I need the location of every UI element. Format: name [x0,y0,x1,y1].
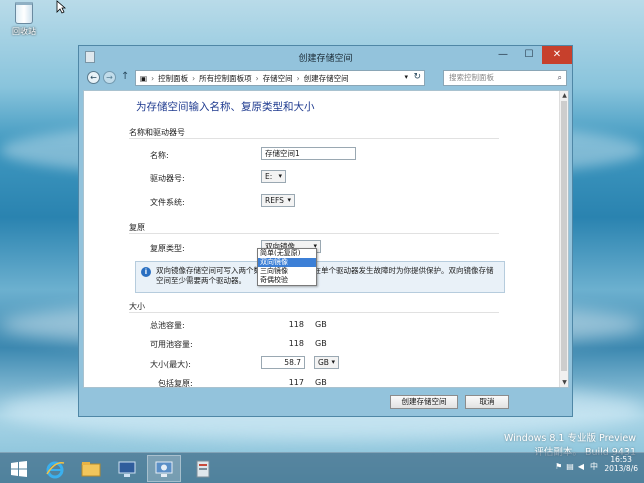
address-history-chevron-icon[interactable]: ▾ [404,73,408,81]
taskbar-storage-spaces[interactable] [147,455,181,482]
scroll-up-icon[interactable]: ▲ [560,91,568,100]
close-button[interactable]: ✕ [542,46,572,64]
section-title-resiliency: 复原 [129,223,145,232]
title-bar[interactable]: 创建存储空间 — ☐ ✕ [79,46,572,68]
info-text: 双向镜像存储空间可写入两个数据副本，有助于在单个驱动器发生故障时为你提供保护。双… [156,266,494,285]
available-capacity-label: 可用池容量: [150,340,193,349]
resiliency-type-dropdown-list[interactable]: 简单(无复原) 双向镜像 三向镜像 奇偶校验 [257,248,317,286]
size-unit-select[interactable]: GB ▾ [314,356,339,369]
refresh-icon[interactable]: ↻ [413,72,421,82]
breadcrumb-item[interactable]: 创建存储空间 [304,73,349,84]
chevron-down-icon: ▾ [331,358,335,366]
dropdown-option[interactable]: 奇偶校验 [258,276,316,285]
info-box: i 双向镜像存储空间可写入两个数据副本，有助于在单个驱动器发生故障时为你提供保护… [135,261,505,293]
content-pane: 为存储空间输入名称、复原类型和大小 名称和驱动器号 名称: 存储空间1 驱动器号… [83,90,569,388]
breadcrumb-item[interactable]: 控制面板 [158,73,188,84]
vertical-scrollbar[interactable]: ▲ ▼ [559,91,568,387]
size-unit-value: GB [318,358,329,367]
disk-management-icon [196,460,210,477]
drive-letter-select[interactable]: E: ▾ [261,170,286,183]
taskbar: ⚑▤◀ 中 16:53 2013/8/6 [0,452,644,483]
recycle-bin-shortcut[interactable]: 回收站 [6,2,42,37]
total-capacity-value: 118 [288,320,304,329]
total-capacity-label: 总池容量: [150,321,185,330]
scroll-down-icon[interactable]: ▼ [560,378,568,387]
name-label: 名称: [150,151,169,160]
clock-time: 16:53 [610,455,632,464]
chevron-down-icon: ▾ [287,196,291,204]
resiliency-type-label: 复原类型: [150,244,185,253]
back-button[interactable]: ← [87,71,100,84]
size-input[interactable]: 58.7 [261,356,305,369]
breadcrumb-root-icon: ▣ [140,73,148,83]
search-input[interactable]: 搜索控制面板 ⌕ [443,70,567,86]
mouse-cursor-icon [56,0,66,14]
windows-logo-icon [11,460,27,477]
drive-letter-value: E: [265,172,273,181]
total-capacity-unit: GB [315,320,327,329]
create-storage-space-window: 创建存储空间 — ☐ ✕ ← → ↑ ▣ › 控制面板 › 所有控制面板项 › … [78,45,573,417]
available-capacity-value: 118 [288,339,304,348]
input-language-indicator[interactable]: 中 [590,461,598,472]
chevron-down-icon: ▾ [278,172,282,180]
forward-button[interactable]: → [103,71,116,84]
available-capacity-unit: GB [315,339,327,348]
control-panel-icon [118,461,136,477]
clock[interactable]: 16:53 2013/8/6 [604,455,638,473]
breadcrumb-item[interactable]: 所有控制面板项 [199,73,252,84]
divider [129,233,499,234]
drive-letter-label: 驱动器号: [150,174,185,183]
address-toolbar: ← → ↑ ▣ › 控制面板 › 所有控制面板项 › 存储空间 › 创建存储空间… [83,68,569,88]
internet-explorer-icon [46,461,65,478]
maximize-button[interactable]: ☐ [516,46,542,64]
volume-icon[interactable]: ◀ [578,462,588,471]
create-storage-space-button[interactable]: 创建存储空间 [390,395,458,409]
cancel-button[interactable]: 取消 [465,395,509,409]
filesystem-label: 文件系统: [150,198,185,207]
including-resiliency-unit: GB [315,378,327,387]
taskbar-app[interactable] [186,455,220,482]
taskbar-control-panel[interactable] [110,455,144,482]
page-title: 为存储空间输入名称、复原类型和大小 [136,101,315,113]
filesystem-select[interactable]: REFS ▾ [261,194,295,207]
info-icon: i [141,267,151,277]
recycle-bin-label: 回收站 [12,27,36,36]
name-field[interactable]: 存储空间1 [261,147,356,160]
clock-date: 2013/8/6 [604,464,638,473]
section-title-name: 名称和驱动器号 [129,128,185,137]
recycle-bin-icon [15,2,33,24]
address-bar[interactable]: ▣ › 控制面板 › 所有控制面板项 › 存储空间 › 创建存储空间 ▾ ↻ [135,70,425,86]
taskbar-file-explorer[interactable] [74,455,108,482]
breadcrumb-item[interactable]: 存储空间 [263,73,293,84]
minimize-button[interactable]: — [490,46,516,64]
folder-icon [81,461,101,476]
system-tray-icons[interactable]: ⚑▤◀ [555,462,588,471]
scroll-thumb[interactable] [561,101,567,371]
search-placeholder: 搜索控制面板 [449,73,494,82]
storage-spaces-icon [155,461,173,477]
dropdown-option-highlighted[interactable]: 双向镜像 [258,258,316,267]
section-title-size: 大小 [129,302,145,311]
dropdown-option[interactable]: 三向镜像 [258,267,316,276]
including-resiliency-value: 117 [288,378,304,387]
network-icon[interactable]: ▤ [566,462,578,471]
search-icon[interactable]: ⌕ [558,71,562,85]
divider [129,138,499,139]
dropdown-option[interactable]: 简单(无复原) [258,249,316,258]
divider [129,312,499,313]
start-button[interactable] [2,455,36,482]
windows-edition-watermark: Windows 8.1 专业版 Preview [503,433,636,444]
filesystem-value: REFS [265,196,284,205]
including-resiliency-label: 包括复原: [158,379,193,388]
taskbar-internet-explorer[interactable] [38,455,72,482]
size-label: 大小(最大): [150,360,191,369]
up-arrow-icon[interactable]: ↑ [121,71,129,82]
flag-icon[interactable]: ⚑ [555,462,566,471]
